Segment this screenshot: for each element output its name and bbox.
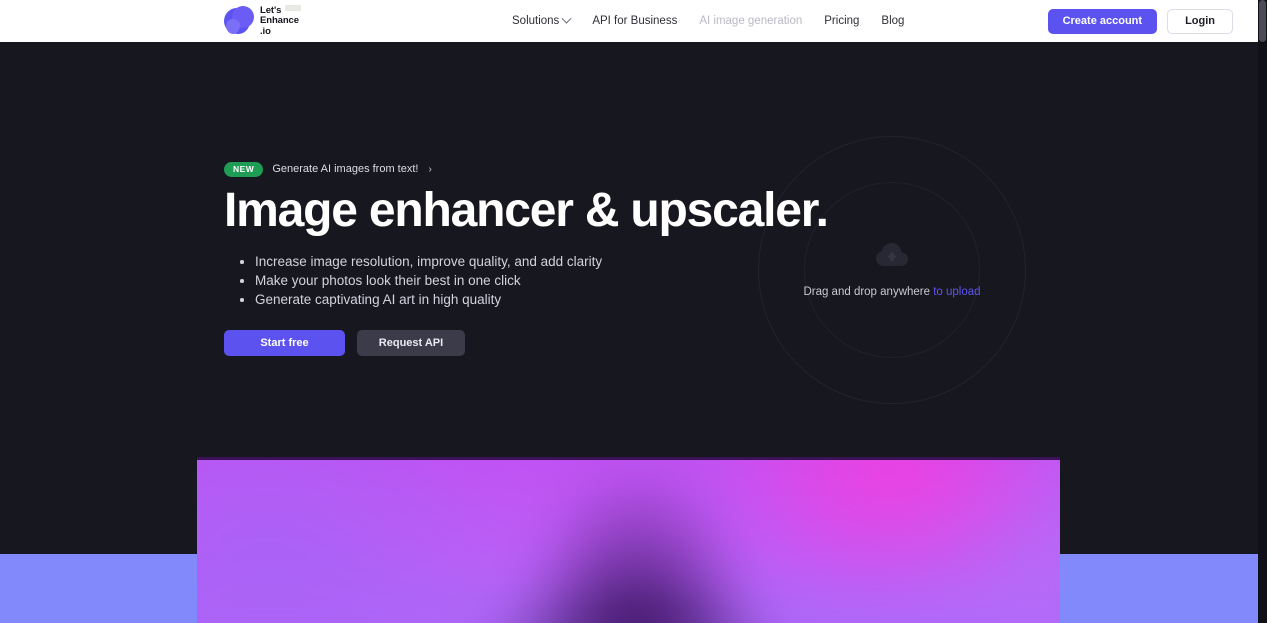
nav-item-blog[interactable]: Blog — [881, 15, 904, 27]
site-header: Let's Enhance .io Solutions API for Busi… — [0, 0, 1258, 42]
hero-feature-list: Increase image resolution, improve quali… — [239, 252, 602, 309]
site-logo[interactable]: Let's Enhance .io — [224, 4, 302, 38]
nav-label-solutions: Solutions — [512, 15, 560, 27]
nav-label-blog: Blog — [881, 15, 905, 27]
request-api-button[interactable]: Request API — [357, 330, 465, 356]
cloud-upload-icon — [875, 242, 909, 272]
nav-label-pricing: Pricing — [824, 15, 860, 27]
showcase-top-edge — [197, 457, 1060, 460]
new-banner-text: Generate AI images from text! — [272, 163, 419, 176]
dropzone-label: Drag and drop anywhere to upload — [803, 286, 980, 298]
new-badge: NEW — [224, 162, 264, 177]
list-item: Increase image resolution, improve quali… — [239, 252, 602, 271]
logo-accent-bar — [285, 4, 302, 11]
logo-line-3: .io — [260, 25, 271, 37]
showcase-image — [197, 457, 1060, 623]
nav-label-ai-image-generation: AI image generation — [699, 15, 803, 27]
create-account-button[interactable]: Create account — [1047, 8, 1158, 34]
nav-item-api-for-business[interactable]: API for Business — [592, 15, 677, 27]
list-item: Generate captivating AI art in high qual… — [239, 290, 602, 309]
chevron-down-icon — [561, 13, 572, 24]
logo-wordmark: Let's Enhance .io — [260, 4, 302, 37]
nav-item-pricing[interactable]: Pricing — [824, 15, 859, 27]
nav-item-solutions[interactable]: Solutions — [512, 13, 572, 27]
upload-dropzone[interactable]: Drag and drop anywhere to upload — [760, 138, 1024, 402]
page-root: Let's Enhance .io Solutions API for Busi… — [0, 0, 1267, 623]
upload-link[interactable]: to upload — [933, 286, 980, 298]
logo-blob-icon — [224, 6, 254, 36]
nav-item-ai-image-generation[interactable]: AI image generation — [699, 15, 802, 27]
page-scrollbar-thumb[interactable] — [1259, 0, 1266, 42]
start-free-button[interactable]: Start free — [224, 330, 345, 356]
login-button[interactable]: Login — [1167, 8, 1233, 34]
chevron-right-icon: › — [428, 163, 432, 175]
browser-viewport: Let's Enhance .io Solutions API for Busi… — [0, 0, 1258, 623]
showcase-blurred-artwork — [197, 457, 1060, 623]
new-feature-banner[interactable]: NEW Generate AI images from text! › — [224, 162, 432, 177]
dropzone-text: Drag and drop anywhere — [803, 286, 931, 298]
list-item: Make your photos look their best in one … — [239, 271, 602, 290]
page-title: Image enhancer & upscaler. — [224, 184, 829, 237]
primary-nav: Solutions API for Business AI image gene… — [512, 0, 904, 42]
nav-label-api-for-business: API for Business — [592, 15, 678, 27]
page-scrollbar-track[interactable] — [1258, 0, 1267, 623]
header-actions: Create account Login — [1047, 0, 1233, 42]
hero-cta-row: Start free Request API — [224, 330, 465, 356]
logo-line-1: Let's — [260, 4, 282, 16]
